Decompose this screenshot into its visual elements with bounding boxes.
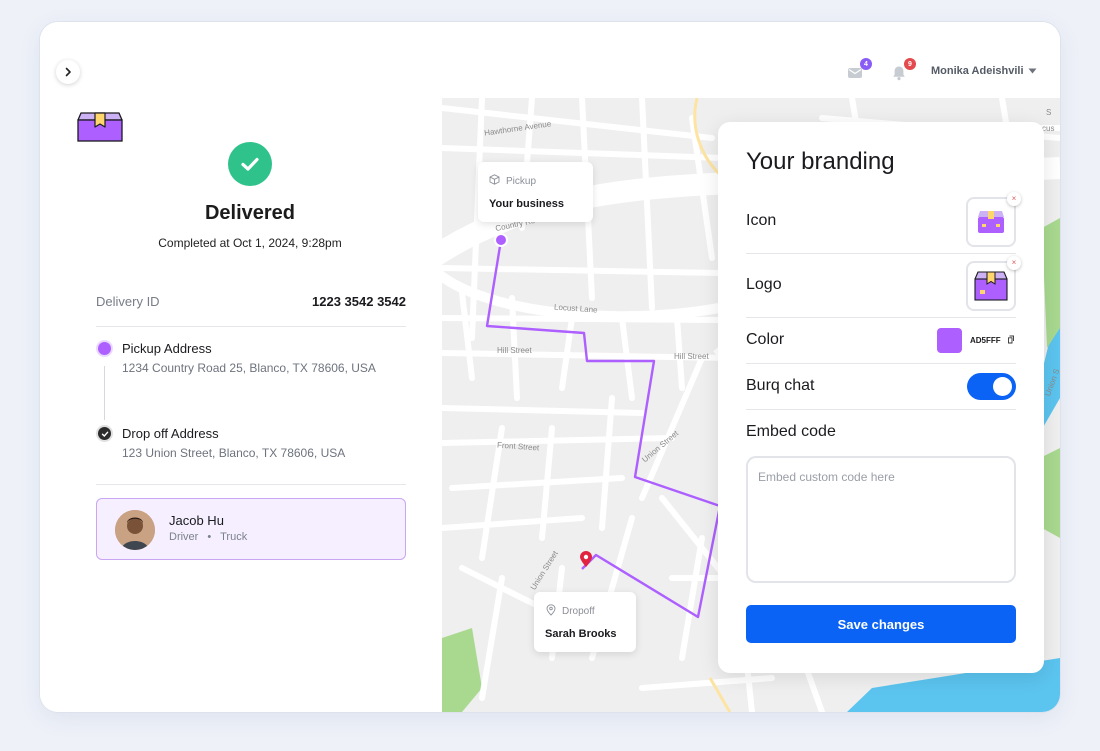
pickup-map-card[interactable]: Pickup Your business: [478, 162, 593, 222]
icon-upload[interactable]: ×: [966, 192, 1021, 247]
divider: [746, 317, 1016, 318]
pickup-card-title: Your business: [489, 198, 564, 210]
save-changes-button[interactable]: Save changes: [746, 605, 1016, 643]
package-icon: [489, 174, 500, 185]
package-logo-icon: [974, 271, 1008, 301]
logo-upload[interactable]: ×: [966, 256, 1021, 311]
route-connector: [104, 366, 105, 420]
dropoff-map-card[interactable]: Dropoff Sarah Brooks: [534, 592, 636, 652]
user-name[interactable]: Monika Adeishvili: [931, 65, 1024, 77]
app-window: 4 9 Monika Adeishvili Delivered Complete…: [40, 22, 1060, 712]
pickup-dot-icon: [98, 342, 111, 355]
delivery-status-title: Delivered: [204, 202, 296, 224]
notifications-button[interactable]: 9: [890, 58, 916, 84]
branding-title: Your branding: [746, 148, 895, 175]
package-icon: [978, 211, 1004, 233]
location-pin-icon: [546, 604, 556, 616]
driver-role: Driver: [169, 531, 199, 543]
divider: [96, 484, 406, 485]
delivered-check-icon: [228, 142, 272, 186]
driver-vehicle: Truck: [220, 531, 248, 543]
dropoff-card-title: Sarah Brooks: [545, 628, 617, 640]
top-bar: 4 9 Monika Adeishvili: [40, 22, 1060, 98]
divider: [746, 253, 1016, 254]
messages-badge: 4: [860, 58, 872, 70]
toggle-knob: [993, 377, 1012, 396]
embed-code-input[interactable]: [746, 456, 1016, 583]
delivery-completed-time: Completed at Oct 1, 2024, 9:28pm: [158, 236, 342, 250]
expand-sidebar-button[interactable]: [56, 60, 80, 84]
logo-label: Logo: [746, 276, 782, 293]
meta-separator: •: [207, 531, 212, 543]
driver-avatar: [115, 510, 155, 550]
notifications-badge: 9: [904, 58, 916, 70]
remove-logo-button[interactable]: ×: [1007, 256, 1021, 270]
delivery-id-value: 1223 3542 3542: [312, 294, 406, 309]
divider: [96, 326, 406, 327]
remove-icon-button[interactable]: ×: [1007, 192, 1021, 206]
copy-icon[interactable]: [1007, 335, 1015, 344]
delivery-id-label: Delivery ID: [96, 294, 160, 309]
delivery-details-panel: Delivered Completed at Oct 1, 2024, 9:28…: [40, 98, 442, 712]
burq-chat-toggle[interactable]: [967, 373, 1016, 400]
dropoff-check-icon: [98, 427, 111, 440]
pickup-card-label: Pickup: [506, 176, 537, 187]
pickup-address-title: Pickup Address: [122, 341, 212, 356]
embed-code-label: Embed code: [746, 423, 836, 440]
divider: [746, 409, 1016, 410]
package-logo-icon: [77, 112, 123, 142]
dropoff-address-title: Drop off Address: [122, 426, 219, 441]
color-hex-value[interactable]: AD5FFF: [970, 336, 1001, 345]
color-label: Color: [746, 331, 785, 348]
color-swatch[interactable]: [937, 328, 962, 353]
driver-card[interactable]: Jacob Hu Driver • Truck: [96, 498, 406, 560]
driver-meta: Driver • Truck: [169, 531, 247, 543]
icon-label: Icon: [746, 212, 777, 229]
street-label-s: S: [1046, 108, 1052, 117]
pickup-address: 1234 Country Road 25, Blanco, TX 78606, …: [122, 361, 376, 375]
driver-name: Jacob Hu: [169, 513, 224, 528]
street-label-hill-left: Hill Street: [497, 346, 532, 355]
dropoff-address: 123 Union Street, Blanco, TX 78606, USA: [122, 446, 346, 460]
street-label-hill-right: Hill Street: [674, 352, 709, 361]
chevron-right-icon: [65, 67, 71, 77]
messages-button[interactable]: 4: [846, 58, 872, 84]
divider: [746, 363, 1016, 364]
chat-label: Burq chat: [746, 377, 815, 394]
chevron-down-icon[interactable]: [1028, 68, 1037, 74]
dropoff-card-label: Dropoff: [562, 606, 595, 617]
branding-panel: Your branding Icon × Logo × Color AD5FFF…: [718, 122, 1044, 673]
